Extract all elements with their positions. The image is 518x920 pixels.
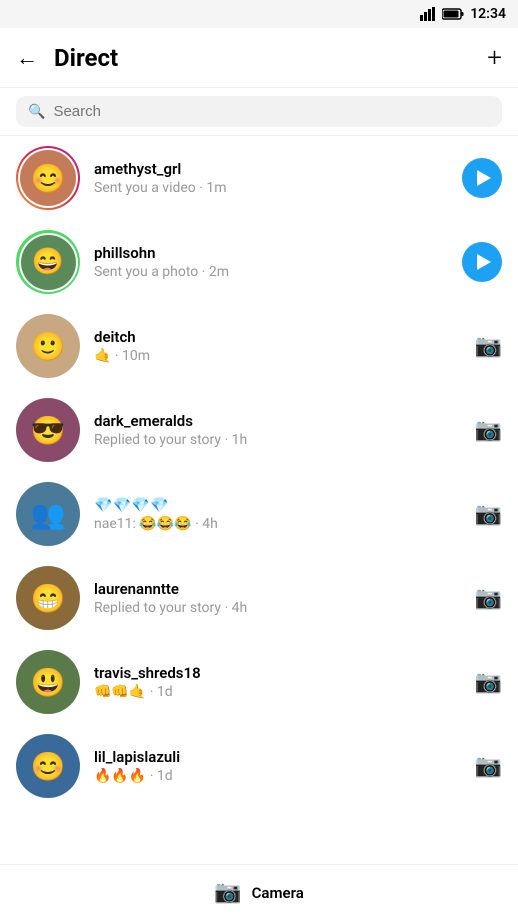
header: ← Direct + xyxy=(0,28,518,88)
message-action[interactable]: 📷 xyxy=(475,418,502,443)
message-list: 😊 amethyst_grl Sent you a video · 1m 😄 ph… xyxy=(0,136,518,866)
new-message-button[interactable]: + xyxy=(487,43,502,73)
header-left: ← Direct xyxy=(16,44,118,72)
list-item[interactable]: 😎 dark_emeralds Replied to your story · 1h… xyxy=(0,388,518,472)
camera-icon[interactable]: 📷 xyxy=(475,334,502,359)
page-title: Direct xyxy=(54,44,118,72)
camera-icon[interactable]: 📷 xyxy=(475,418,502,443)
message-username: lil_lapislazuli xyxy=(94,748,463,766)
message-username: dark_emeralds xyxy=(94,412,463,430)
message-preview: Sent you a photo · 2m xyxy=(94,264,450,280)
message-preview: 🤙 · 10m xyxy=(94,348,463,364)
camera-label: Camera xyxy=(252,884,304,902)
search-input[interactable] xyxy=(53,103,490,120)
search-bar: 🔍 xyxy=(0,88,518,136)
message-preview: Replied to your story · 4h xyxy=(94,600,463,616)
play-button[interactable] xyxy=(462,242,502,282)
avatar: 😁 xyxy=(16,566,80,630)
camera-icon[interactable]: 📷 xyxy=(475,502,502,527)
message-username: deitch xyxy=(94,328,463,346)
message-username: phillsohn xyxy=(94,244,450,262)
camera-icon[interactable]: 📷 xyxy=(475,754,502,779)
message-action[interactable] xyxy=(462,242,502,282)
battery-icon xyxy=(442,8,464,20)
message-action[interactable]: 📷 xyxy=(475,334,502,359)
list-item[interactable]: 😁 laurenanntte Replied to your story · 4h 📷 xyxy=(0,556,518,640)
avatar: 😃 xyxy=(16,650,80,714)
list-item[interactable]: 😃 travis_shreds18 👊👊🤙 · 1d 📷 xyxy=(0,640,518,724)
message-content: amethyst_grl Sent you a video · 1m xyxy=(94,160,450,196)
list-item[interactable]: 🙂 deitch 🤙 · 10m 📷 xyxy=(0,304,518,388)
message-action[interactable] xyxy=(462,158,502,198)
time-display: 12:34 xyxy=(470,6,506,22)
message-action[interactable]: 📷 xyxy=(475,754,502,779)
status-bar: 12:34 xyxy=(0,0,518,28)
message-content: dark_emeralds Replied to your story · 1h xyxy=(94,412,463,448)
avatar: 😄 xyxy=(16,230,80,294)
message-username: amethyst_grl xyxy=(94,160,450,178)
list-item[interactable]: 😊 amethyst_grl Sent you a video · 1m xyxy=(0,136,518,220)
avatar: 😊 xyxy=(16,146,80,210)
camera-icon[interactable]: 📷 xyxy=(475,670,502,695)
message-preview: 👊👊🤙 · 1d xyxy=(94,684,463,700)
message-action[interactable]: 📷 xyxy=(475,670,502,695)
play-button[interactable] xyxy=(462,158,502,198)
message-username: laurenanntte xyxy=(94,580,463,598)
message-content: laurenanntte Replied to your story · 4h xyxy=(94,580,463,616)
message-content: phillsohn Sent you a photo · 2m xyxy=(94,244,450,280)
message-content: 💎💎💎💎 nae11: 😂😂😂 · 4h xyxy=(94,496,463,532)
camera-icon: 📷 xyxy=(214,880,241,905)
message-content: travis_shreds18 👊👊🤙 · 1d xyxy=(94,664,463,700)
camera-icon[interactable]: 📷 xyxy=(475,586,502,611)
avatar: 😎 xyxy=(16,398,80,462)
message-preview: 🔥🔥🔥 · 1d xyxy=(94,768,463,784)
signal-icon xyxy=(420,7,436,21)
bottom-camera-bar[interactable]: 📷 Camera xyxy=(0,864,518,920)
list-item[interactable]: 😊 lil_lapislazuli 🔥🔥🔥 · 1d 📷 xyxy=(0,724,518,808)
message-action[interactable]: 📷 xyxy=(475,502,502,527)
message-content: lil_lapislazuli 🔥🔥🔥 · 1d xyxy=(94,748,463,784)
list-item[interactable]: 👥 💎💎💎💎 nae11: 😂😂😂 · 4h 📷 xyxy=(0,472,518,556)
message-content: deitch 🤙 · 10m xyxy=(94,328,463,364)
search-container[interactable]: 🔍 xyxy=(16,96,502,127)
avatar: 😊 xyxy=(16,734,80,798)
avatar: 👥 xyxy=(16,482,80,546)
message-preview: Replied to your story · 1h xyxy=(94,432,463,448)
message-username: travis_shreds18 xyxy=(94,664,463,682)
message-preview: Sent you a video · 1m xyxy=(94,180,450,196)
back-button[interactable]: ← xyxy=(16,45,38,71)
avatar: 🙂 xyxy=(16,314,80,378)
search-icon: 🔍 xyxy=(28,104,45,120)
list-item[interactable]: 😄 phillsohn Sent you a photo · 2m xyxy=(0,220,518,304)
message-preview: nae11: 😂😂😂 · 4h xyxy=(94,516,463,532)
message-action[interactable]: 📷 xyxy=(475,586,502,611)
message-username: 💎💎💎💎 xyxy=(94,496,463,514)
